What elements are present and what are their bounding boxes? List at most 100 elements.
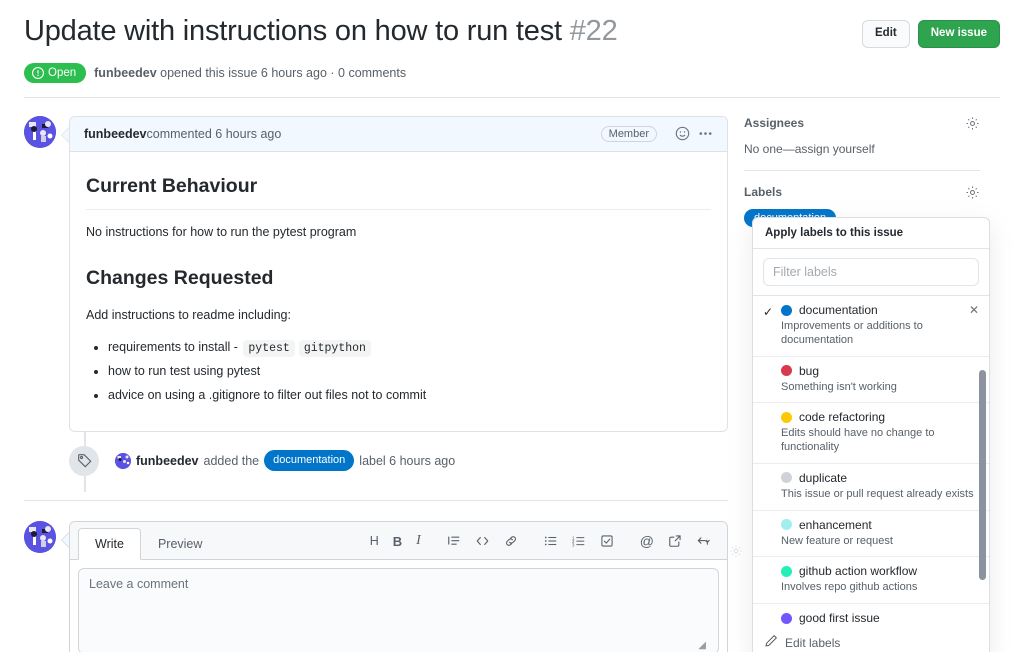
check-icon (763, 611, 781, 626)
mini-avatar[interactable] (115, 452, 131, 469)
assignees-gear-icon[interactable] (965, 116, 980, 131)
comment-arrow (61, 126, 69, 143)
quote-icon[interactable] (440, 530, 468, 552)
comment-header: funbeedev commented 6 hours ago Member (70, 116, 727, 152)
event-label-badge[interactable]: documentation (264, 450, 355, 471)
label-option-good-first-issue[interactable]: good first issueGood for newcomers (753, 604, 989, 626)
filter-labels-input[interactable] (763, 258, 979, 286)
code-icon[interactable] (468, 530, 497, 552)
heading-icon[interactable]: H (363, 530, 386, 552)
label-option-enhancement[interactable]: enhancement New feature or request (753, 511, 989, 558)
label-option-name: documentation (799, 303, 878, 317)
label-option-github-action-workflow[interactable]: github action workflow Involves repo gith… (753, 557, 989, 604)
label-option-documentation[interactable]: ✓ documentation Improvements or additions … (753, 296, 989, 357)
header-actions: Edit New issue (862, 14, 1000, 48)
list-item: requirements to install - pytestgitpytho… (108, 338, 711, 357)
resize-grip[interactable]: ◢ (698, 640, 706, 651)
issue-title-text: Update with instructions on how to run t… (24, 15, 562, 47)
remove-label-icon[interactable]: ✕ (963, 303, 979, 317)
labels-list[interactable]: ✓ documentation Improvements or additions … (753, 296, 989, 626)
current-user-avatar[interactable] (24, 520, 56, 553)
unordered-list-icon[interactable] (537, 530, 565, 552)
label-event-text: funbeedev added the documentation label … (115, 450, 455, 471)
reference-icon[interactable] (661, 530, 689, 552)
check-icon (763, 518, 781, 549)
label-event-row: funbeedev added the documentation label … (69, 431, 728, 492)
comment-timestamp: commented 6 hours ago (146, 126, 282, 141)
label-option-duplicate[interactable]: duplicate This issue or pull request alre… (753, 464, 989, 511)
assignees-body: No one—assign yourself (744, 141, 875, 156)
comment-author[interactable]: funbeedev (84, 127, 147, 141)
event-action: added the (203, 453, 260, 468)
tab-write[interactable]: Write (78, 527, 141, 560)
emoji-reaction-icon[interactable] (675, 126, 690, 141)
italic-icon[interactable]: I (409, 529, 428, 553)
label-option-code-refactoring[interactable]: code refactoring Edits should have no cha… (753, 403, 989, 464)
new-issue-button[interactable]: New issue (917, 20, 1000, 48)
comment-body: Current Behaviour No instructions for ho… (70, 152, 727, 431)
code-gitpython: gitpython (298, 339, 371, 357)
issue-header: Update with instructions on how to run t… (0, 0, 1024, 83)
comment-menu-icon[interactable] (698, 126, 713, 141)
check-icon (763, 410, 781, 455)
label-option-content: github action workflow Involves repo gith… (781, 564, 979, 595)
label-option-name: code refactoring (799, 410, 886, 425)
label-color-dot (781, 411, 792, 423)
event-actor[interactable]: funbeedev (136, 454, 199, 468)
bold-icon[interactable]: B (386, 530, 409, 553)
label-color-dot (781, 304, 792, 316)
avatar[interactable] (24, 115, 56, 148)
label-color-dot (781, 565, 792, 577)
comment-input[interactable]: Leave a comment ◢ (78, 567, 719, 652)
comment-wrapper: funbeedev commented 6 hours ago Member C… (61, 115, 728, 492)
edit-button[interactable]: Edit (862, 20, 910, 48)
bullet-text: requirements to install - (108, 339, 242, 354)
comment-heading-2: Changes Requested (86, 266, 274, 289)
timeline-connector (84, 431, 86, 446)
issue-author[interactable]: funbeedev (94, 66, 157, 80)
comment-bullet-list: requirements to install - pytestgitpytho… (86, 338, 711, 405)
check-icon: ✓ (763, 305, 774, 319)
label-option-name: github action workflow (799, 564, 918, 579)
write-area: Leave a comment ◢ (70, 559, 727, 652)
tab-preview[interactable]: Preview (141, 528, 219, 560)
assignees-title: Assignees (744, 116, 805, 131)
timeline-connector-below (84, 475, 86, 492)
next-section-gear-icon[interactable] (729, 544, 743, 563)
header-divider (24, 96, 1000, 98)
comment-form: Write Preview H B I 1 2 3 @ Leave a comm… (69, 520, 728, 652)
comment-timeline-item: funbeedev commented 6 hours ago Member C… (24, 115, 728, 492)
labels-dropdown-panel: Apply labels to this issue ✓ documentatio… (752, 217, 990, 652)
check-icon (763, 564, 781, 595)
labels-scrollbar-thumb[interactable] (979, 370, 986, 580)
tag-icon (69, 445, 99, 476)
label-option-content: enhancement New feature or request (781, 518, 979, 549)
labels-gear-icon[interactable] (965, 185, 980, 200)
toolbar-group-lists: 123 (537, 530, 621, 552)
label-option-name: duplicate (799, 470, 848, 485)
new-comment-section: Write Preview H B I 1 2 3 @ Leave a comm… (24, 499, 728, 652)
label-option-content: documentation Improvements or additions t… (781, 303, 963, 348)
edit-labels-button[interactable]: Edit labels (753, 626, 989, 652)
saved-replies-icon[interactable] (689, 530, 719, 552)
new-comment-timeline-item: Write Preview H B I 1 2 3 @ Leave a comm… (24, 520, 728, 652)
link-icon[interactable] (497, 530, 525, 552)
label-option-content: good first issueGood for newcomers (781, 611, 979, 626)
toolbar-group-text: H B I (363, 529, 428, 553)
ordered-list-icon[interactable]: 123 (565, 530, 593, 552)
label-color-dot (781, 472, 792, 484)
labels-title: Labels (744, 185, 783, 200)
comment-tabs: Write Preview H B I 1 2 3 @ (70, 521, 727, 560)
label-option-description: Something isn't working (781, 380, 897, 393)
label-option-description: Involves repo github actions (781, 581, 918, 594)
label-color-dot (781, 519, 792, 530)
page-title: Update with instructions on how to run t… (24, 14, 618, 49)
label-option-bug[interactable]: bug Something isn't working (753, 357, 989, 404)
task-list-icon[interactable] (593, 530, 621, 552)
label-option-description: Edits should have no change to functiona… (781, 427, 935, 453)
label-option-content: bug Something isn't working (781, 364, 979, 395)
mention-icon[interactable]: @ (633, 529, 661, 553)
edit-labels-label: Edit labels (785, 635, 841, 650)
label-option-name: enhancement (799, 517, 872, 532)
list-item: advice on using a .gitignore to filter o… (108, 386, 711, 405)
